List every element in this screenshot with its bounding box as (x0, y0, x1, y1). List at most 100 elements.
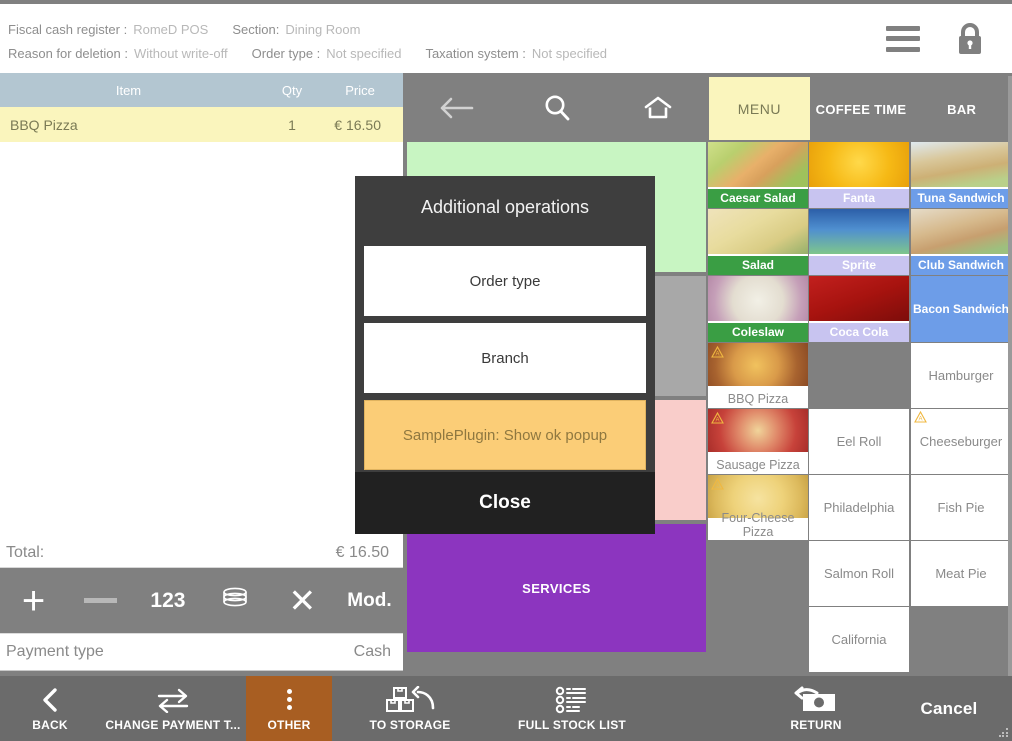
product-tile[interactable]: Coleslaw (708, 276, 808, 342)
modifier-button[interactable]: Mod. (336, 568, 403, 633)
payment-type-row[interactable]: Payment type Cash (0, 633, 403, 671)
full-stock-list-button[interactable]: FULL STOCK LIST (488, 676, 656, 741)
svg-text:A: A (715, 351, 719, 357)
plus-icon: + (22, 581, 45, 621)
tab-menu[interactable]: MENU (709, 77, 810, 140)
cancel-button[interactable]: Cancel (886, 676, 1012, 741)
order-type-label: Order type : (252, 42, 321, 66)
lock-icon[interactable] (954, 20, 986, 58)
order-type-button[interactable]: Order type (364, 246, 646, 316)
product-label: Caesar Salad (708, 189, 808, 208)
product-tile[interactable]: Club Sandwich (911, 209, 1011, 275)
total-label: Total: (0, 544, 336, 562)
product-tile[interactable]: Bacon Sandwich (911, 276, 1011, 342)
other-button[interactable]: OTHER (246, 676, 332, 741)
middle-nav-bar (405, 73, 708, 142)
product-grid-scrollbar[interactable] (1008, 76, 1012, 676)
bottom-toolbar: BACK CHANGE PAYMENT T... OTHER (0, 676, 1012, 741)
order-item-name: BBQ Pizza (0, 117, 257, 133)
home-icon[interactable] (607, 94, 708, 122)
to-storage-label: TO STORAGE (370, 718, 451, 732)
back-button[interactable]: BACK (0, 676, 100, 741)
sample-plugin-button[interactable]: SamplePlugin: Show ok popup (364, 400, 646, 470)
payment-type-value: Cash (354, 643, 403, 661)
product-tile[interactable]: Fanta (809, 142, 909, 208)
product-tile[interactable]: Tuna Sandwich (911, 142, 1011, 208)
svg-text:A: A (715, 417, 719, 423)
header-icon-group (886, 4, 1012, 73)
delete-item-button[interactable]: ✕ (269, 568, 336, 633)
fiscal-register-label: Fiscal cash register : (8, 18, 127, 42)
numeric-keypad-icon: 123 (150, 589, 185, 613)
product-tile[interactable]: California (809, 607, 909, 672)
change-payment-type-button[interactable]: CHANGE PAYMENT T... (100, 676, 246, 741)
product-label: Salad (708, 256, 808, 275)
quantity-button[interactable]: 123 (134, 568, 201, 633)
product-label: Club Sandwich (911, 256, 1011, 275)
product-thumbnail (809, 209, 909, 254)
product-tile[interactable]: AFour-Cheese Pizza (708, 475, 808, 540)
order-panel: Item Qty Price BBQ Pizza 1 € 16.50 (0, 73, 403, 538)
menu-tab-bar: MENU COFFEE TIME BAR (708, 76, 1012, 142)
product-label: California (832, 632, 887, 648)
table-row[interactable]: BBQ Pizza 1 € 16.50 (0, 107, 403, 142)
search-icon[interactable] (506, 93, 607, 123)
product-tile[interactable]: Sprite (809, 209, 909, 275)
product-tile[interactable]: Salmon Roll (809, 541, 909, 606)
close-icon: ✕ (288, 584, 316, 617)
product-thumbnail (911, 209, 1011, 254)
window-resize-grip[interactable] (999, 728, 1009, 738)
header-line-2: Reason for deletion : Without write-off … (8, 42, 886, 66)
product-label: Sausage Pizza (708, 458, 808, 472)
product-label: Fanta (809, 189, 909, 208)
product-label: BBQ Pizza (708, 392, 808, 406)
product-tile[interactable]: Hamburger (911, 343, 1011, 408)
taxation-system-label: Taxation system : (425, 42, 525, 66)
back-button-label: BACK (32, 718, 67, 732)
remove-item-button[interactable] (67, 568, 134, 633)
modifier-label: Mod. (347, 590, 391, 612)
product-tile[interactable]: Coca Cola (809, 276, 909, 342)
tab-coffee-time[interactable]: COFFEE TIME (811, 76, 912, 142)
product-label: Eel Roll (837, 434, 882, 450)
fiscal-register-value: RomeD POS (133, 18, 208, 42)
return-button[interactable]: RETURN (746, 676, 886, 741)
column-header-qty: Qty (257, 83, 327, 98)
category-tile-services[interactable]: SERVICES (407, 524, 706, 652)
product-tile[interactable]: A Sausage Pizza (708, 409, 808, 474)
coins-icon (220, 583, 250, 618)
section-value: Dining Room (285, 18, 360, 42)
return-button-label: RETURN (790, 718, 841, 732)
product-label: Philadelphia (824, 500, 895, 516)
product-label: Meat Pie (935, 566, 986, 582)
product-tile[interactable]: Caesar Salad (708, 142, 808, 208)
to-storage-button[interactable]: TO STORAGE (332, 676, 488, 741)
branch-button[interactable]: Branch (364, 323, 646, 393)
product-thumbnail (708, 142, 808, 187)
product-thumbnail (708, 276, 808, 321)
pos-application: Fiscal cash register : RomeD POS Section… (0, 0, 1012, 741)
product-label: Coca Cola (809, 323, 909, 342)
product-tile[interactable]: ACheeseburger (911, 409, 1011, 474)
vertical-dots-icon (287, 686, 292, 714)
product-tile[interactable]: Philadelphia (809, 475, 909, 540)
stock-list-icon (555, 686, 589, 714)
product-tile[interactable]: Meat Pie (911, 541, 1011, 606)
product-tile[interactable]: Eel Roll (809, 409, 909, 474)
product-tile[interactable]: Fish Pie (911, 475, 1011, 540)
order-item-price: € 16.50 (327, 117, 403, 133)
warning-triangle-icon: A (711, 411, 724, 423)
hamburger-menu-icon[interactable] (886, 26, 920, 52)
close-button[interactable]: Close (355, 472, 655, 534)
header-info: Fiscal cash register : RomeD POS Section… (0, 4, 886, 73)
add-item-button[interactable]: + (0, 568, 67, 633)
deletion-reason-value: Without write-off (134, 42, 228, 66)
product-grid: Caesar SaladFantaTuna Sandwich SaladSprit… (708, 142, 1012, 676)
product-tile[interactable]: A BBQ Pizza (708, 343, 808, 408)
back-arrow-icon[interactable] (405, 95, 506, 121)
price-button[interactable] (202, 568, 269, 633)
product-thumbnail (809, 276, 909, 321)
tab-bar[interactable]: BAR (911, 76, 1012, 142)
product-tile[interactable]: Salad (708, 209, 808, 275)
product-label: Four-Cheese Pizza (708, 511, 808, 539)
